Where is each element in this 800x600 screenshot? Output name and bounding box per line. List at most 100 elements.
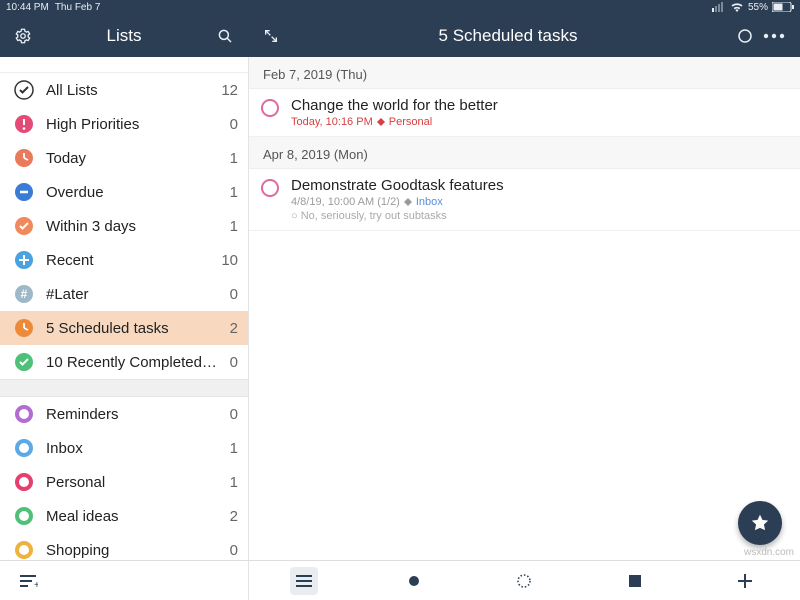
section-divider bbox=[0, 379, 248, 397]
sidebar-item-label: Overdue bbox=[46, 184, 230, 201]
sidebar-item-label: Reminders bbox=[46, 406, 230, 423]
sidebar-item-meal-ideas[interactable]: Meal ideas 2 bbox=[0, 499, 248, 533]
task-row[interactable]: Change the world for the better Today, 1… bbox=[249, 89, 800, 137]
watermark: wsxdn.com bbox=[744, 547, 794, 558]
sidebar-item-overdue[interactable]: Overdue 1 bbox=[0, 175, 248, 209]
view-list-icon[interactable] bbox=[290, 567, 318, 595]
sidebar-item-count: 0 bbox=[230, 406, 238, 423]
sidebar-item-label: Personal bbox=[46, 474, 230, 491]
more-icon[interactable] bbox=[758, 33, 790, 39]
view-day-icon[interactable] bbox=[400, 567, 428, 595]
lists-menu-icon[interactable]: + bbox=[14, 567, 42, 595]
sidebar-item-label: #Later bbox=[46, 286, 230, 303]
check-icon bbox=[14, 216, 34, 236]
ring-icon bbox=[14, 438, 34, 458]
signal-icon bbox=[712, 2, 726, 12]
task-title: Demonstrate Goodtask features bbox=[291, 177, 788, 194]
sidebar-item-later[interactable]: # #Later 0 bbox=[0, 277, 248, 311]
status-time: 10:44 PM bbox=[6, 2, 49, 13]
ring-icon bbox=[14, 540, 34, 560]
view-week-icon[interactable] bbox=[510, 567, 538, 595]
fab-star-button[interactable] bbox=[738, 501, 782, 545]
clock-icon bbox=[14, 318, 34, 338]
sidebar-item-count: 12 bbox=[221, 82, 238, 99]
settings-icon[interactable] bbox=[10, 27, 36, 45]
sidebar-item-label: Inbox bbox=[46, 440, 230, 457]
task-meta: Today, 10:16 PM Personal bbox=[291, 116, 788, 128]
battery-icon bbox=[772, 2, 794, 12]
sidebar: All Lists 12 High Priorities 0 Today 1 O… bbox=[0, 57, 248, 560]
tag-icon bbox=[377, 118, 385, 126]
task-checkbox[interactable] bbox=[261, 99, 279, 117]
status-date: Thu Feb 7 bbox=[55, 2, 101, 13]
sidebar-item-personal[interactable]: Personal 1 bbox=[0, 465, 248, 499]
svg-text:#: # bbox=[21, 287, 28, 301]
ring-icon bbox=[14, 404, 34, 424]
task-tag: Inbox bbox=[416, 196, 443, 208]
sidebar-item-high-priorities[interactable]: High Priorities 0 bbox=[0, 107, 248, 141]
plus-icon bbox=[14, 250, 34, 270]
sidebar-item-count: 0 bbox=[230, 116, 238, 133]
sidebar-item-count: 0 bbox=[230, 542, 238, 559]
dash-icon bbox=[14, 182, 34, 202]
task-meta: 4/8/19, 10:00 AM (1/2) Inbox bbox=[291, 196, 788, 208]
sidebar-item-count: 0 bbox=[230, 286, 238, 303]
sidebar-item-count: 1 bbox=[230, 474, 238, 491]
main-title: 5 Scheduled tasks bbox=[284, 26, 732, 46]
wifi-icon bbox=[730, 2, 744, 12]
battery-pct: 55% bbox=[748, 2, 768, 13]
sidebar-item-label: Within 3 days bbox=[46, 218, 230, 235]
sidebar-item-label: Shopping bbox=[46, 542, 230, 559]
sidebar-item-shopping[interactable]: Shopping 0 bbox=[0, 533, 248, 560]
view-month-icon[interactable] bbox=[621, 567, 649, 595]
ring-icon bbox=[14, 472, 34, 492]
main-content: Feb 7, 2019 (Thu) Change the world for t… bbox=[248, 57, 800, 560]
sidebar-item-label: 10 Recently Completed… bbox=[46, 354, 230, 371]
date-header: Apr 8, 2019 (Mon) bbox=[249, 137, 800, 169]
sidebar-item-count: 1 bbox=[230, 150, 238, 167]
sidebar-item-label: Recent bbox=[46, 252, 221, 269]
svg-text:+: + bbox=[34, 580, 38, 588]
sidebar-item-label: Today bbox=[46, 150, 230, 167]
task-subtask: ○ No, seriously, try out subtasks bbox=[291, 210, 788, 222]
sidebar-item-recent[interactable]: Recent 10 bbox=[0, 243, 248, 277]
sidebar-item-count: 1 bbox=[230, 184, 238, 201]
statusbar: 10:44 PM Thu Feb 7 bbox=[0, 0, 248, 14]
clock-icon bbox=[14, 148, 34, 168]
sidebar-item-scheduled[interactable]: 5 Scheduled tasks 2 bbox=[0, 311, 248, 345]
add-button[interactable] bbox=[731, 567, 759, 595]
sidebar-item-all-lists[interactable]: All Lists 12 bbox=[0, 73, 248, 107]
sidebar-item-count: 2 bbox=[230, 508, 238, 525]
sidebar-item-label: Meal ideas bbox=[46, 508, 230, 525]
expand-icon[interactable] bbox=[258, 28, 284, 44]
search-icon[interactable] bbox=[212, 27, 238, 45]
sidebar-item-count: 0 bbox=[230, 354, 238, 371]
sidebar-item-inbox[interactable]: Inbox 1 bbox=[0, 431, 248, 465]
sidebar-title: Lists bbox=[36, 26, 212, 46]
app-header: 10:44 PM Thu Feb 7 Lists 55% bbox=[0, 0, 800, 57]
sidebar-item-label: 5 Scheduled tasks bbox=[46, 320, 230, 337]
sidebar-item-count: 1 bbox=[230, 218, 238, 235]
sidebar-item-label: All Lists bbox=[46, 82, 221, 99]
sidebar-item-within3days[interactable]: Within 3 days 1 bbox=[0, 209, 248, 243]
sidebar-item-count: 2 bbox=[230, 320, 238, 337]
bottom-toolbar: + bbox=[0, 560, 800, 600]
task-checkbox[interactable] bbox=[261, 179, 279, 197]
date-header: Feb 7, 2019 (Thu) bbox=[249, 57, 800, 89]
sidebar-item-label: High Priorities bbox=[46, 116, 230, 133]
statusbar-right: 55% bbox=[248, 0, 800, 14]
sidebar-item-count: 10 bbox=[221, 252, 238, 269]
task-title: Change the world for the better bbox=[291, 97, 788, 114]
circle-icon[interactable] bbox=[732, 28, 758, 44]
check-icon bbox=[14, 352, 34, 372]
task-tag: Personal bbox=[389, 116, 432, 128]
tag-icon bbox=[404, 198, 412, 206]
sidebar-item-reminders[interactable]: Reminders 0 bbox=[0, 397, 248, 431]
task-row[interactable]: Demonstrate Goodtask features 4/8/19, 10… bbox=[249, 169, 800, 231]
bang-icon bbox=[14, 114, 34, 134]
check-icon bbox=[14, 80, 34, 100]
sidebar-item-recently-completed[interactable]: 10 Recently Completed… 0 bbox=[0, 345, 248, 379]
hash-icon: # bbox=[14, 284, 34, 304]
sidebar-item-count: 1 bbox=[230, 440, 238, 457]
sidebar-item-today[interactable]: Today 1 bbox=[0, 141, 248, 175]
